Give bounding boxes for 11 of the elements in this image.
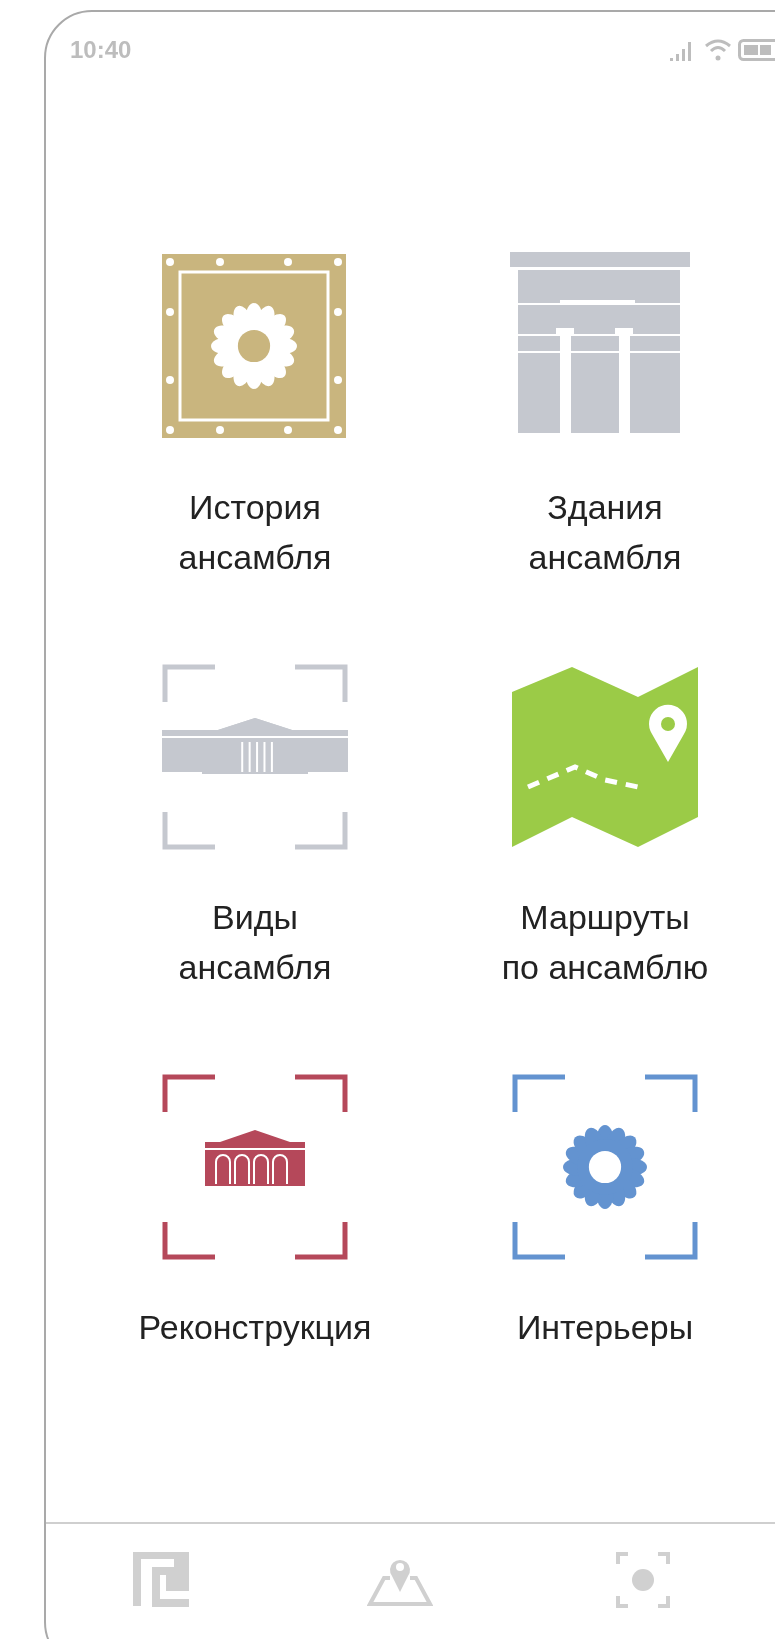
section-link[interactable]: Маршруты по ансамблю — [501, 892, 709, 992]
section-link[interactable]: Интерьеры — [516, 1302, 694, 1352]
battery-icon — [738, 38, 775, 62]
wifi-icon — [704, 38, 732, 62]
section-link[interactable]: Реконструкция — [138, 1302, 372, 1352]
section-link[interactable]: История ансамбля — [178, 482, 332, 582]
status-time: 10:40 — [70, 35, 132, 65]
section-link[interactable]: Виды ансамбля — [178, 892, 332, 992]
framed-flower-icon[interactable] — [510, 1072, 700, 1262]
framed-building-icon[interactable] — [160, 1072, 350, 1262]
section-link[interactable]: Здания ансамбля — [528, 482, 682, 582]
